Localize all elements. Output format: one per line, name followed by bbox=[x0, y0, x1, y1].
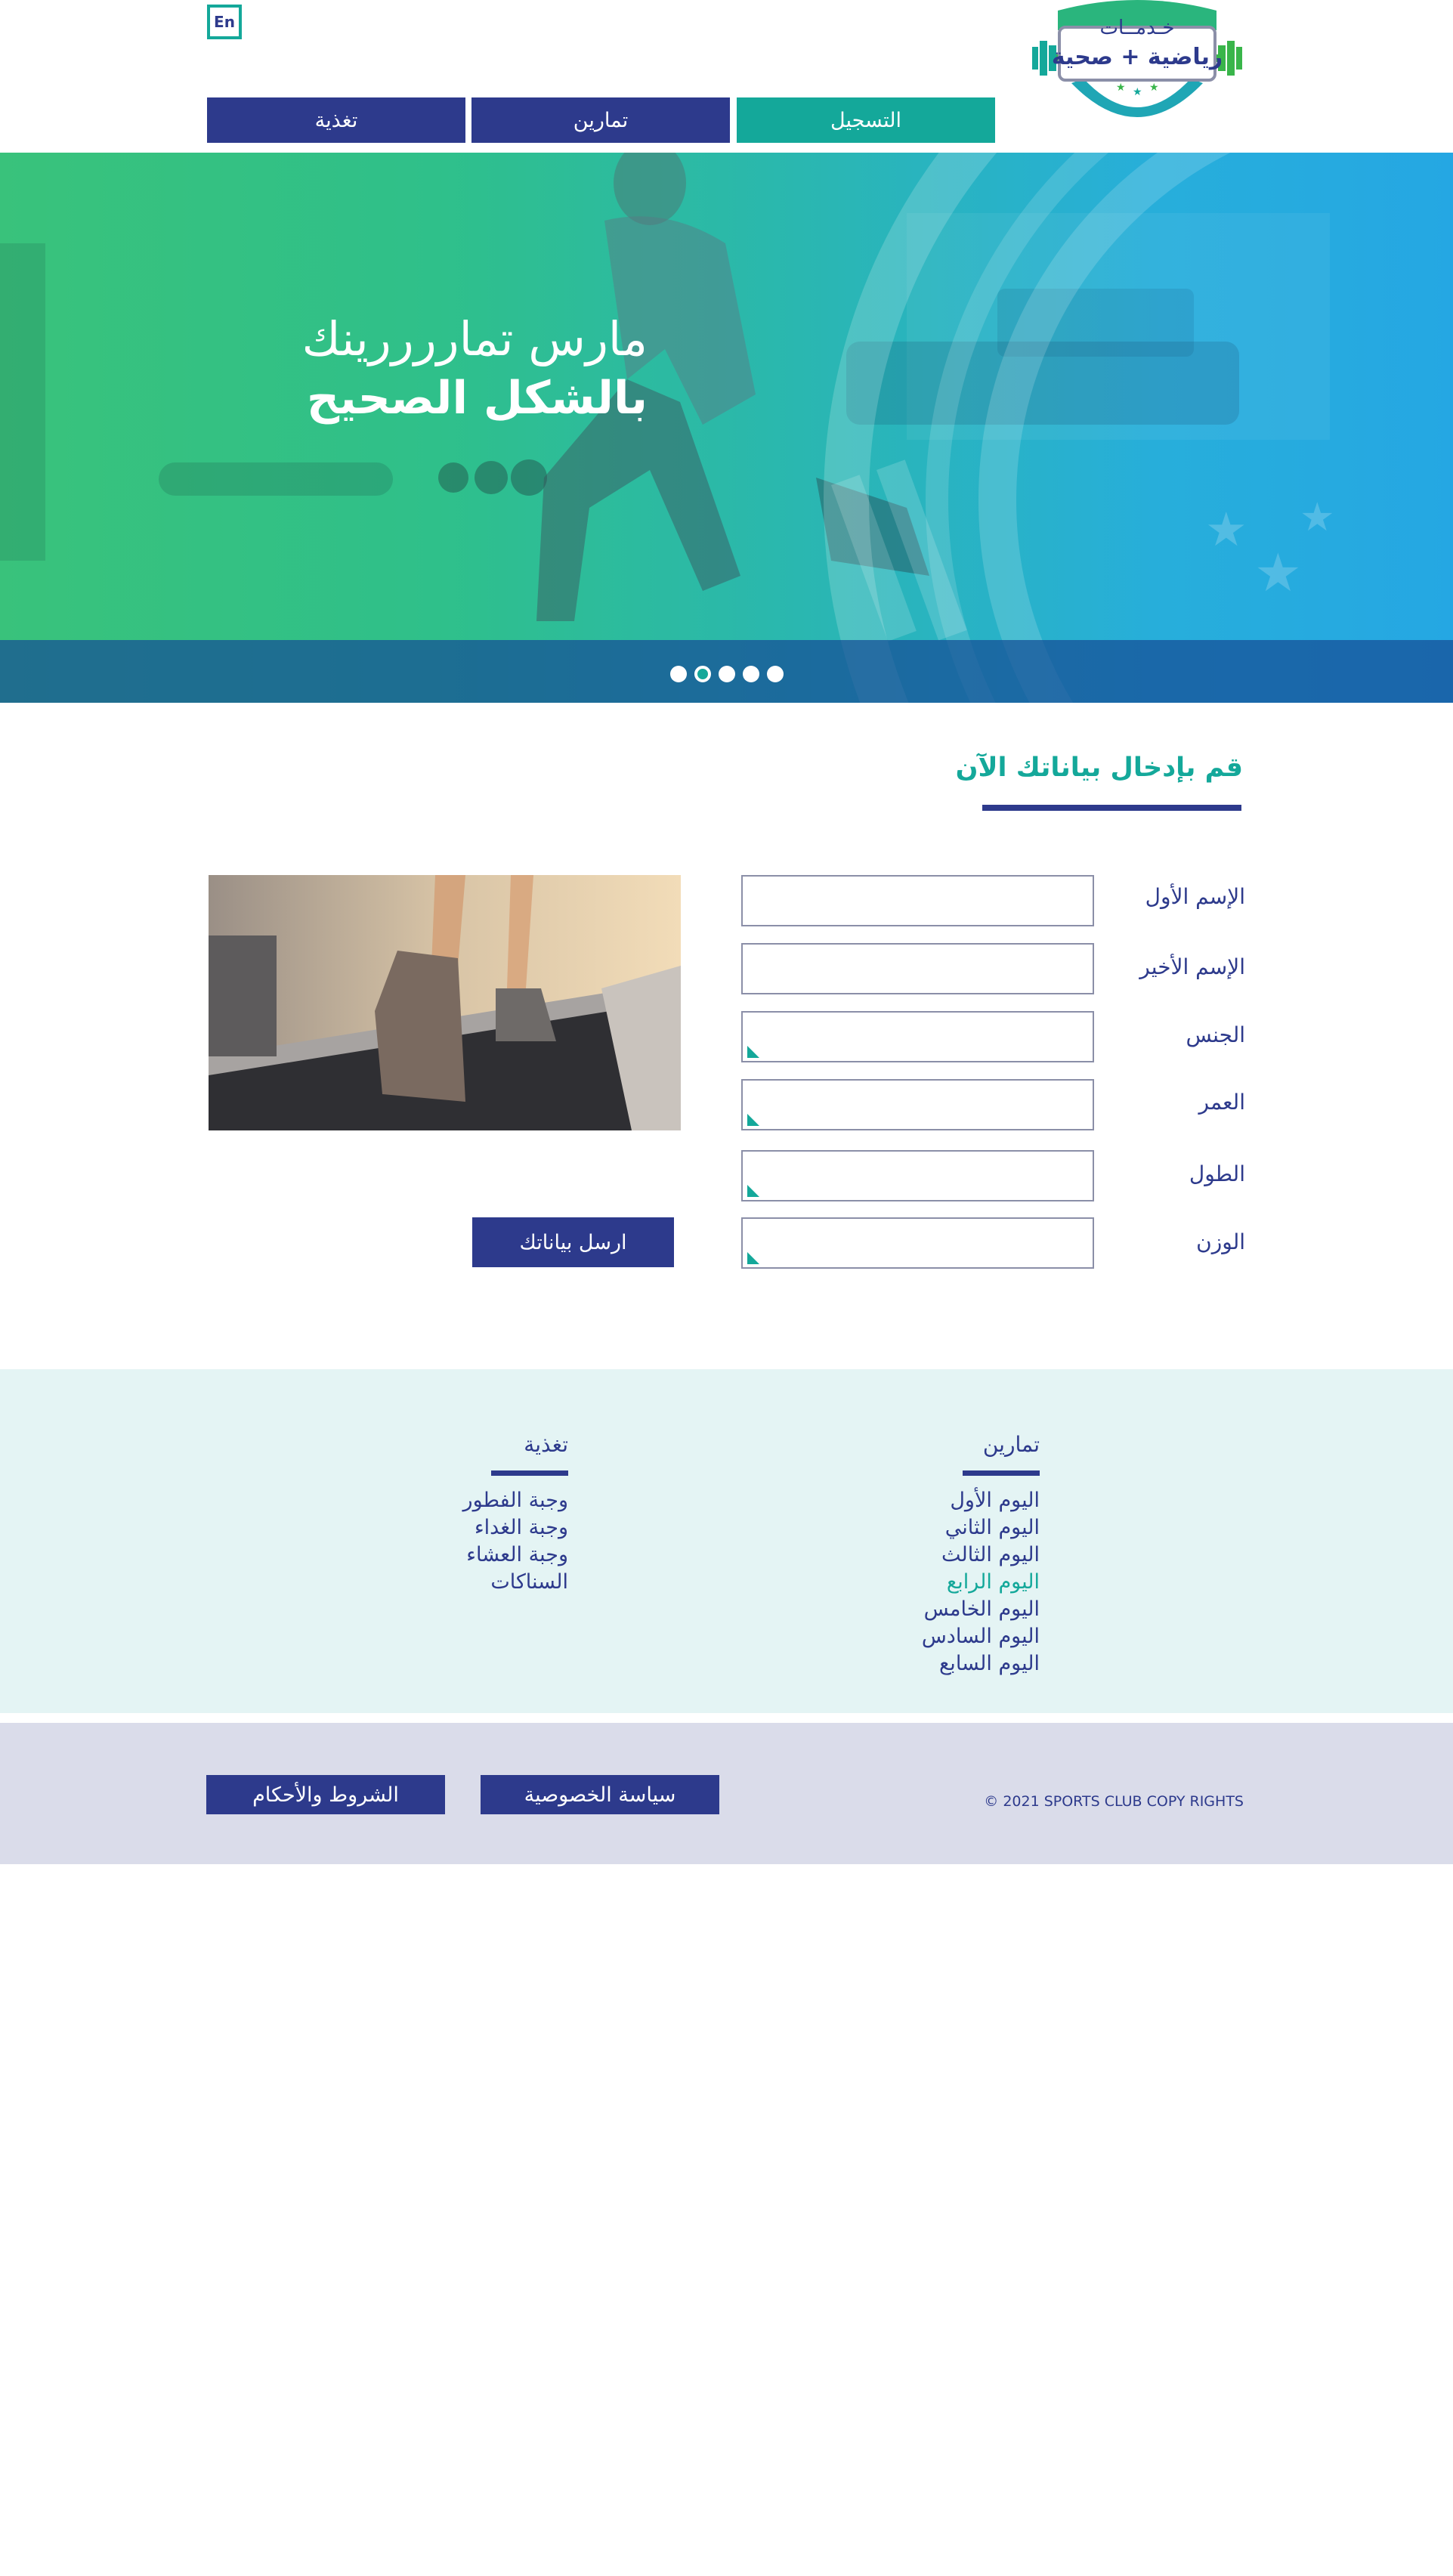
title-underline bbox=[982, 805, 1241, 811]
logo-line-1: خـدمــات bbox=[1099, 17, 1175, 39]
last-name-label: الإسم الأخير bbox=[1139, 954, 1245, 979]
privacy-policy-button[interactable]: سياسة الخصوصية bbox=[481, 1775, 719, 1814]
footer-link-day-7[interactable]: اليوم السابع bbox=[922, 1650, 1040, 1678]
svg-text:★: ★ bbox=[1300, 495, 1335, 540]
age-label: العمر bbox=[1198, 1090, 1245, 1115]
dropdown-arrow-icon bbox=[747, 1185, 759, 1197]
footer-nutrition-underline bbox=[491, 1470, 568, 1476]
slider-dot-active[interactable] bbox=[694, 666, 711, 682]
slider-dot[interactable] bbox=[670, 666, 687, 682]
footer-link-snacks[interactable]: السناكات bbox=[463, 1569, 568, 1596]
slider-dot[interactable] bbox=[743, 666, 759, 682]
first-name-input[interactable] bbox=[741, 875, 1094, 926]
footer-link-lunch[interactable]: وجبة الغداء bbox=[463, 1514, 568, 1542]
svg-text:★: ★ bbox=[1133, 86, 1142, 98]
submit-button[interactable]: ارسل بياناتك bbox=[472, 1217, 674, 1267]
language-toggle-button[interactable]: En bbox=[207, 5, 242, 39]
footer-link-day-6[interactable]: اليوم السادس bbox=[922, 1623, 1040, 1650]
svg-text:★: ★ bbox=[1254, 542, 1302, 604]
terms-button[interactable]: الشروط والأحكام bbox=[206, 1775, 445, 1814]
hero-banner: ★ ★ ★ مارس تماررررينك بالشكل الصحيح bbox=[0, 153, 1453, 703]
weight-label: الوزن bbox=[1196, 1229, 1245, 1254]
dropdown-arrow-icon bbox=[747, 1114, 759, 1126]
footer-link-breakfast[interactable]: وجبة الفطور bbox=[463, 1487, 568, 1514]
footer-exercises-title: تمارين bbox=[982, 1432, 1040, 1457]
slider-dots bbox=[670, 666, 784, 682]
footer-link-day-2[interactable]: اليوم الثاني bbox=[922, 1514, 1040, 1542]
footer-nutrition-title: تغذية bbox=[524, 1432, 568, 1457]
treadmill-photo bbox=[209, 875, 681, 1130]
dropdown-arrow-icon bbox=[747, 1252, 759, 1264]
gender-select[interactable] bbox=[741, 1011, 1094, 1062]
last-name-input[interactable] bbox=[741, 943, 1094, 994]
logo-line-2: رياضية + صحية bbox=[1051, 44, 1223, 70]
slider-dot[interactable] bbox=[767, 666, 784, 682]
height-select[interactable] bbox=[741, 1150, 1094, 1201]
svg-text:★: ★ bbox=[1116, 82, 1126, 94]
footer-link-day-1[interactable]: اليوم الأول bbox=[922, 1487, 1040, 1514]
hero-background-graphic: ★ ★ ★ bbox=[0, 153, 1335, 703]
footer-exercises-underline bbox=[963, 1470, 1040, 1476]
weight-select[interactable] bbox=[741, 1217, 1094, 1269]
nav-register[interactable]: التسجيل bbox=[737, 97, 995, 143]
slider-dot[interactable] bbox=[719, 666, 735, 682]
logo[interactable]: ★ ★ ★ خـدمــات رياضية + صحية bbox=[1029, 0, 1245, 125]
height-label: الطول bbox=[1189, 1161, 1245, 1186]
footer-links-section bbox=[0, 1369, 1453, 1713]
footer-exercises-list: اليوم الأول اليوم الثاني اليوم الثالث ال… bbox=[922, 1487, 1040, 1678]
copyright-text: © 2021 SPORTS CLUB COPY RIGHTS bbox=[984, 1793, 1244, 1810]
gender-label: الجنس bbox=[1186, 1022, 1245, 1047]
svg-text:★: ★ bbox=[1205, 502, 1247, 557]
hero-headline: مارس تماررررينك bbox=[301, 311, 648, 366]
nav-exercises[interactable]: تمارين bbox=[471, 97, 730, 143]
age-select[interactable] bbox=[741, 1079, 1094, 1130]
footer-nutrition-list: وجبة الفطور وجبة الغداء وجبة العشاء السن… bbox=[463, 1487, 568, 1596]
svg-text:★: ★ bbox=[1149, 82, 1159, 94]
hero-subheadline: بالشكل الصحيح bbox=[306, 372, 648, 425]
form-title: قم بإدخال بياناتك الآن bbox=[955, 753, 1243, 783]
footer-link-dinner[interactable]: وجبة العشاء bbox=[463, 1542, 568, 1569]
footer-link-day-3[interactable]: اليوم الثالث bbox=[922, 1542, 1040, 1569]
footer-link-day-4[interactable]: اليوم الرابع bbox=[922, 1569, 1040, 1596]
dropdown-arrow-icon bbox=[747, 1046, 759, 1058]
nav-nutrition[interactable]: تغذية bbox=[207, 97, 465, 143]
footer-link-day-5[interactable]: اليوم الخامس bbox=[922, 1596, 1040, 1623]
first-name-label: الإسم الأول bbox=[1145, 884, 1245, 909]
